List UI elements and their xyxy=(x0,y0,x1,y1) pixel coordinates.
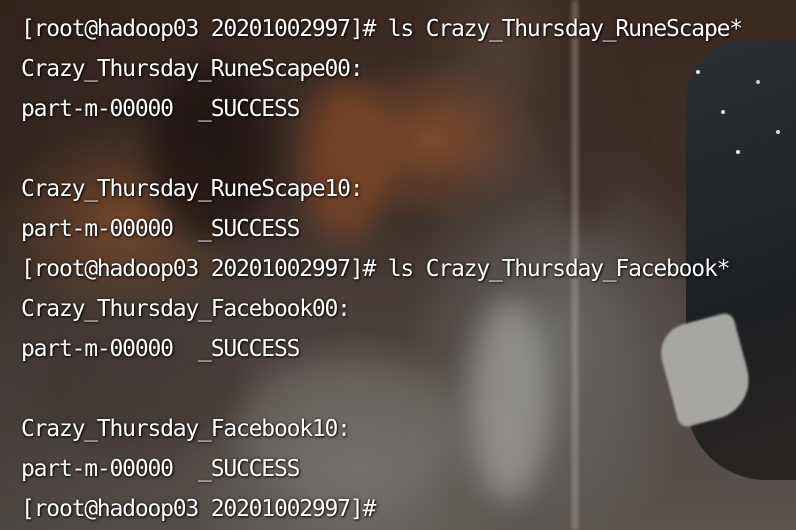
terminal-output-line: Crazy_Thursday_Facebook10: xyxy=(21,416,351,442)
terminal-output-line: part-m-00000 _SUCCESS xyxy=(21,336,300,362)
terminal-prompt-line: [root@hadoop03 20201002997]# ls Crazy_Th… xyxy=(21,256,730,282)
terminal-output-line: Crazy_Thursday_RuneScape00: xyxy=(21,56,364,82)
terminal-output-line: part-m-00000 _SUCCESS xyxy=(21,456,300,482)
terminal-output-line: part-m-00000 _SUCCESS xyxy=(21,216,300,242)
terminal-prompt-line: [root@hadoop03 20201002997]# ls Crazy_Th… xyxy=(21,16,743,42)
terminal-output-line: Crazy_Thursday_Facebook00: xyxy=(21,296,351,322)
terminal-prompt-line: [root@hadoop03 20201002997]# xyxy=(21,496,376,522)
terminal-output[interactable]: [root@hadoop03 20201002997]# ls Crazy_Th… xyxy=(21,0,781,530)
terminal-output-line: Crazy_Thursday_RuneScape10: xyxy=(21,176,364,202)
terminal-output-line: part-m-00000 _SUCCESS xyxy=(21,96,300,122)
